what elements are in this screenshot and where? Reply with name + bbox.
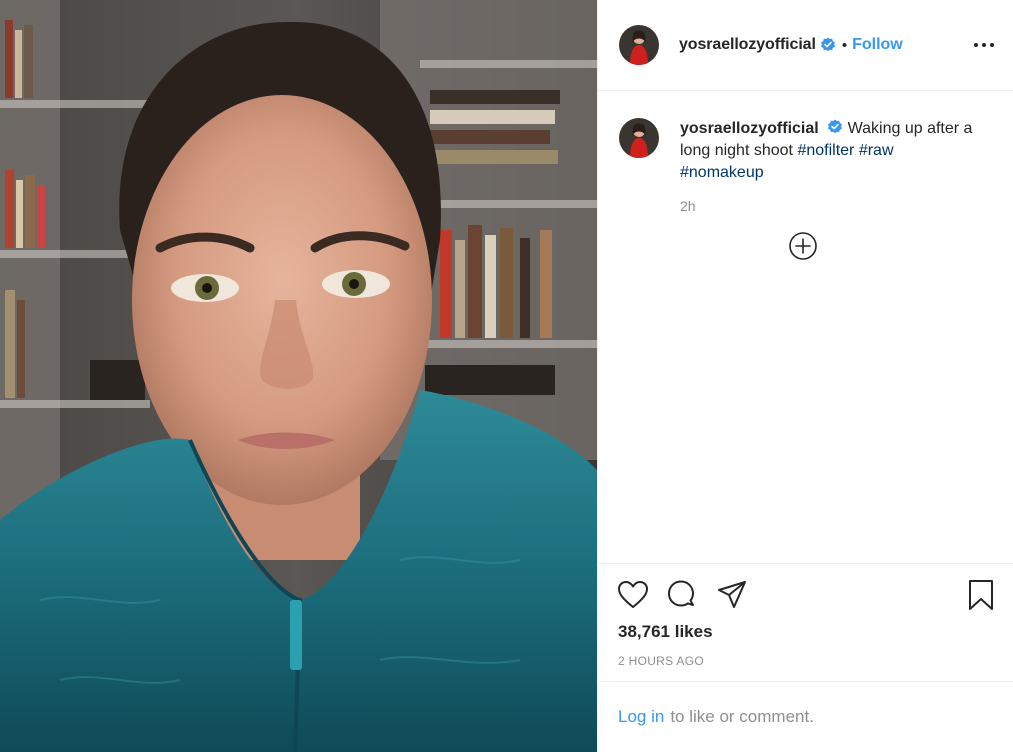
verified-badge-icon [820,37,836,53]
avatar[interactable] [619,25,659,65]
avatar-image [619,118,659,158]
caption-text: yosraellozyofficial Waking up after a lo… [680,118,980,184]
paper-plane-icon[interactable] [715,578,749,612]
heart-icon[interactable] [616,578,650,612]
hashtag-link[interactable]: #nofilter [797,142,854,159]
caption-time[interactable]: 2h [680,198,999,214]
avatar-image [619,25,659,65]
login-suffix: to like or comment. [670,707,814,726]
caption-avatar[interactable] [619,118,659,158]
post-side-panel: yosraellozyofficial • Follow yosraellozy… [597,0,1013,752]
comments-section: yosraellozyofficial Waking up after a lo… [619,118,999,260]
separator-dot: • [841,36,848,54]
caption-row: yosraellozyofficial Waking up after a lo… [619,118,999,184]
likes-count[interactable]: 38,761 likes [618,622,713,642]
bookmark-icon[interactable] [964,578,998,612]
caption-username[interactable]: yosraellozyofficial [680,120,819,137]
load-more-comments-icon[interactable] [788,231,818,261]
header-username[interactable]: yosraellozyofficial [679,36,816,54]
follow-button[interactable]: Follow [852,36,903,54]
login-link[interactable]: Log in [618,707,664,727]
login-prompt: Log in to like or comment. [598,681,1013,752]
post-photo[interactable] [0,0,597,752]
more-options-icon[interactable] [972,36,996,54]
hashtag-link[interactable]: #nomakeup [680,164,764,181]
comment-icon[interactable] [664,578,698,612]
selfie-image [0,0,597,752]
post-header: yosraellozyofficial • Follow [598,0,1013,91]
verified-badge-icon [827,119,843,135]
post-actions: 38,761 likes 2 HOURS AGO [598,563,1013,681]
instagram-post: yosraellozyofficial • Follow yosraellozy… [0,0,1013,752]
hashtag-link[interactable]: #raw [859,142,894,159]
posted-time[interactable]: 2 HOURS AGO [618,654,704,668]
